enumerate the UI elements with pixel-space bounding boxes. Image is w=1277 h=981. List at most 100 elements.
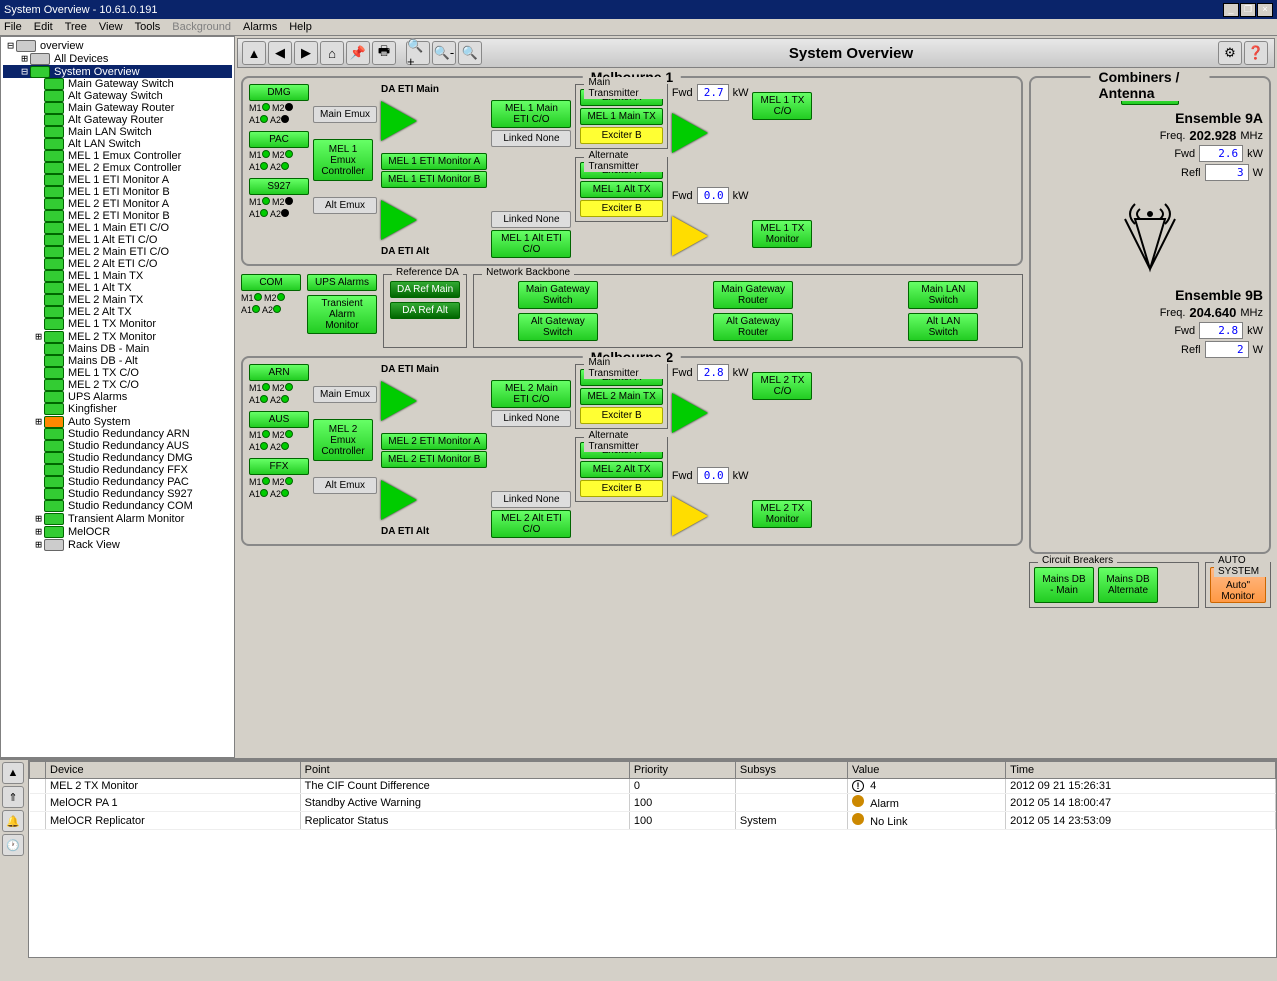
tree-node[interactable]: Studio Redundancy PAC xyxy=(3,476,232,488)
da-main-amplifier-icon xyxy=(381,101,417,141)
input-btn[interactable]: ARN xyxy=(249,364,309,381)
menu-background[interactable]: Background xyxy=(172,21,231,33)
input-btn[interactable]: S927 xyxy=(249,178,309,195)
tree-node[interactable]: Studio Redundancy FFX xyxy=(3,464,232,476)
input-btn[interactable]: PAC xyxy=(249,131,309,148)
tree-node[interactable]: MEL 1 ETI Monitor B xyxy=(3,186,232,198)
tree-node[interactable]: ⊞Transient Alarm Monitor xyxy=(3,512,232,525)
menu-edit[interactable]: Edit xyxy=(34,21,53,33)
input-btn[interactable]: FFX xyxy=(249,458,309,475)
print-icon[interactable]: 🖶 xyxy=(372,41,396,65)
col-header[interactable]: Value xyxy=(848,762,1006,779)
menu-tools[interactable]: Tools xyxy=(135,21,161,33)
tree-node[interactable]: MEL 1 ETI Monitor A xyxy=(3,174,232,186)
tx-main-amp-icon xyxy=(672,113,708,153)
tree-node[interactable]: Alt Gateway Router xyxy=(3,114,232,126)
tree-node[interactable]: Studio Redundancy COM xyxy=(3,500,232,512)
tree-node[interactable]: ⊞MEL 2 TX Monitor xyxy=(3,330,232,343)
input-btn[interactable]: AUS xyxy=(249,411,309,428)
col-header[interactable]: Device xyxy=(46,762,301,779)
tree-node[interactable]: MEL 1 Main TX xyxy=(3,270,232,282)
tree-node[interactable]: ⊞Auto System xyxy=(3,415,232,428)
pin-icon[interactable]: 📌 xyxy=(346,41,370,65)
tree-node[interactable]: MEL 1 TX Monitor xyxy=(3,318,232,330)
page-title: System Overview xyxy=(484,45,1218,62)
tree-node[interactable]: MEL 2 TX C/O xyxy=(3,379,232,391)
da-alt-amplifier-icon xyxy=(381,200,417,240)
help-icon[interactable]: ❓ xyxy=(1244,41,1268,65)
tree-node[interactable]: MEL 2 ETI Monitor A xyxy=(3,198,232,210)
zoom-in-icon[interactable]: 🔍+ xyxy=(406,41,430,65)
menu-bar: File Edit Tree View Tools Background Alarms Hel… xyxy=(0,19,1277,36)
window-title: System Overview - 10.61.0.191 xyxy=(4,4,157,16)
tree-node[interactable]: Alt Gateway Switch xyxy=(3,90,232,102)
menu-file[interactable]: File xyxy=(4,21,22,33)
tree-node[interactable]: ⊞Rack View xyxy=(3,538,232,551)
forward-icon[interactable]: ▶ xyxy=(294,41,318,65)
tree-node[interactable]: ⊞MelOCR xyxy=(3,525,232,538)
menu-alarms[interactable]: Alarms xyxy=(243,21,277,33)
menu-view[interactable]: View xyxy=(99,21,123,33)
col-header[interactable]: Subsys xyxy=(735,762,847,779)
tree-node[interactable]: MEL 1 TX C/O xyxy=(3,367,232,379)
menu-help[interactable]: Help xyxy=(289,21,312,33)
tree-node[interactable]: MEL 2 Main ETI C/O xyxy=(3,246,232,258)
zoom-out-icon[interactable]: 🔍- xyxy=(432,41,456,65)
tree-node[interactable]: Main LAN Switch xyxy=(3,126,232,138)
back-icon[interactable]: ◀ xyxy=(268,41,292,65)
mute-button[interactable]: 🔔 xyxy=(2,810,24,832)
tree-node[interactable]: ⊟System Overview xyxy=(3,65,232,78)
col-header[interactable]: Point xyxy=(300,762,629,779)
clock-button[interactable]: 🕐 xyxy=(2,834,24,856)
input-btn[interactable]: DMG xyxy=(249,84,309,101)
tree-node[interactable]: Main Gateway Router xyxy=(3,102,232,114)
antenna-icon xyxy=(1110,189,1190,279)
zoom-fit-icon[interactable]: 🔍 xyxy=(458,41,482,65)
minimize-button[interactable]: _ xyxy=(1223,3,1239,17)
tree-node[interactable]: MEL 2 Alt ETI C/O xyxy=(3,258,232,270)
alt-emux-button[interactable]: Alt Emux xyxy=(313,197,377,214)
toolbar: ▲ ◀ ▶ ⌂ 📌 🖶 🔍+ 🔍- 🔍 System Overview ⚙ ❓ xyxy=(237,38,1275,68)
tree-panel[interactable]: ⊟overview⊞All Devices⊟System OverviewMai… xyxy=(0,36,235,758)
table-row[interactable]: MEL 2 TX MonitorThe CIF Count Difference… xyxy=(30,779,1276,794)
main-emux-button[interactable]: Main Emux xyxy=(313,106,377,123)
tx-alt-amp-icon xyxy=(672,216,708,256)
col-header[interactable]: Time xyxy=(1006,762,1276,779)
alarm-panel: ▲ ⇑ 🔔 🕐 DevicePointPrioritySubsysValueTi… xyxy=(0,758,1277,958)
scroll-up-button[interactable]: ⇑ xyxy=(2,786,24,808)
emux-controller-button[interactable]: MEL 1 Emux Controller xyxy=(313,139,373,181)
close-button[interactable]: × xyxy=(1257,3,1273,17)
tree-node[interactable]: MEL 1 Emux Controller xyxy=(3,150,232,162)
tree-node[interactable]: MEL 1 Alt TX xyxy=(3,282,232,294)
restore-button[interactable]: ❐ xyxy=(1240,3,1256,17)
diagram-canvas: Melbourne 1 DMGM1 M2A1 A2PACM1 M2A1 A2S9… xyxy=(235,70,1277,758)
tree-node[interactable]: Alt LAN Switch xyxy=(3,138,232,150)
menu-tree[interactable]: Tree xyxy=(65,21,87,33)
tree-node[interactable]: Studio Redundancy AUS xyxy=(3,440,232,452)
tree-node[interactable]: ⊟overview xyxy=(3,39,232,52)
tree-node[interactable]: Kingfisher xyxy=(3,403,232,415)
ack-button[interactable]: ▲ xyxy=(2,762,24,784)
tree-node[interactable]: Mains DB - Main xyxy=(3,343,232,355)
alt-transmitter-group: Alternate Transmitter Exciter A MEL 1 Al… xyxy=(575,157,667,222)
alarm-table[interactable]: DevicePointPrioritySubsysValueTime MEL 2… xyxy=(29,761,1276,830)
table-row[interactable]: MelOCR ReplicatorReplicator Status100Sys… xyxy=(30,812,1276,830)
col-header[interactable]: Priority xyxy=(629,762,735,779)
tree-node[interactable]: ⊞All Devices xyxy=(3,52,232,65)
tree-node[interactable]: MEL 1 Alt ETI C/O xyxy=(3,234,232,246)
tree-node[interactable]: Mains DB - Alt xyxy=(3,355,232,367)
gear-icon[interactable]: ⚙ xyxy=(1218,41,1242,65)
tree-node[interactable]: Studio Redundancy S927 xyxy=(3,488,232,500)
tree-node[interactable]: Main Gateway Switch xyxy=(3,78,232,90)
tree-node[interactable]: Studio Redundancy ARN xyxy=(3,428,232,440)
tree-node[interactable]: MEL 2 Emux Controller xyxy=(3,162,232,174)
home-icon[interactable]: ⌂ xyxy=(320,41,344,65)
up-icon[interactable]: ▲ xyxy=(242,41,266,65)
tree-node[interactable]: MEL 2 Main TX xyxy=(3,294,232,306)
tree-node[interactable]: MEL 2 ETI Monitor B xyxy=(3,210,232,222)
tree-node[interactable]: Studio Redundancy DMG xyxy=(3,452,232,464)
tree-node[interactable]: MEL 2 Alt TX xyxy=(3,306,232,318)
tree-node[interactable]: MEL 1 Main ETI C/O xyxy=(3,222,232,234)
table-row[interactable]: MelOCR PA 1Standby Active Warning100 Ala… xyxy=(30,794,1276,812)
tree-node[interactable]: UPS Alarms xyxy=(3,391,232,403)
